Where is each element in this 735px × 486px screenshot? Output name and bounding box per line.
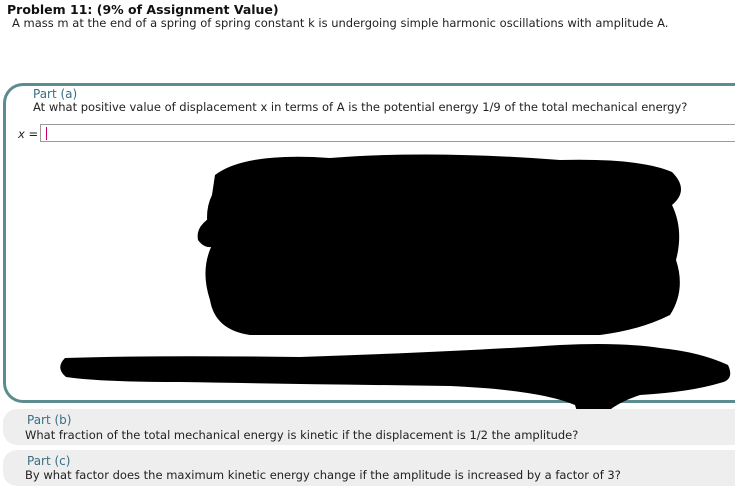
part-c-label[interactable]: Part (c) (27, 454, 70, 468)
part-c-question: By what factor does the maximum kinetic … (25, 468, 621, 482)
part-b-question: What fraction of the total mechanical en… (25, 428, 579, 442)
part-b-label[interactable]: Part (b) (27, 413, 71, 427)
redaction-left-lobe (197, 215, 216, 248)
redaction-main-blob (205, 154, 682, 335)
